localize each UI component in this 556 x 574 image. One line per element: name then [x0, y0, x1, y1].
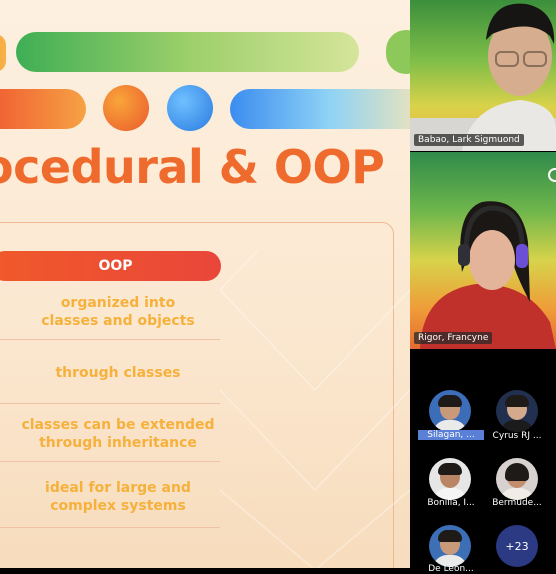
- row-divider: [0, 527, 220, 528]
- speaker-name-tag: Rigor, Francyne: [414, 332, 493, 344]
- participant-avatar[interactable]: [429, 525, 471, 567]
- participant-avatar[interactable]: [496, 390, 538, 432]
- decor-circle: [103, 85, 149, 131]
- table-row: classes can be extended through inherita…: [21, 417, 215, 451]
- decor-pill: [16, 32, 359, 72]
- participant-name: Bermude...: [492, 498, 542, 508]
- speaker-name-tag: Babao, Lark Sigmuond: [414, 134, 524, 146]
- table-row: through classes: [55, 365, 181, 381]
- decor-circle: [167, 85, 213, 131]
- oop-header-label: OOP: [98, 258, 133, 274]
- slide-title: ocedural & OOP: [0, 140, 385, 194]
- participant-avatar[interactable]: [429, 390, 471, 432]
- participant-name: De Leon...: [428, 564, 474, 574]
- row-divider: [0, 461, 220, 462]
- decor-pill: [0, 89, 86, 129]
- tile-corner-icon: [548, 168, 556, 182]
- oop-column-header: OOP: [0, 251, 221, 281]
- video-tile-speaker[interactable]: Babao, Lark Sigmuond: [410, 0, 556, 151]
- participant-video: [410, 3, 556, 151]
- table-row: ideal for large and complex systems: [45, 480, 191, 514]
- participant-name: Cyrus RJ ...: [492, 431, 542, 441]
- participant-name: Bonilla, I...: [427, 498, 475, 508]
- row-divider: [0, 339, 220, 340]
- decor-pill: [0, 34, 6, 72]
- participant-video: [420, 201, 556, 349]
- table-row: organized into classes and objects: [41, 295, 195, 329]
- participant-name: Silagan, ...: [418, 430, 484, 440]
- more-participants-button[interactable]: +23: [496, 525, 538, 567]
- participant-avatar[interactable]: [429, 458, 471, 500]
- video-tile-speaker[interactable]: Rigor, Francyne: [410, 152, 556, 349]
- decor-diamond-pattern: [220, 250, 410, 568]
- decor-pill: [230, 89, 410, 129]
- participant-avatar[interactable]: [496, 458, 538, 500]
- presentation-slide: ocedural & OOP OOP organized into classe…: [0, 0, 410, 568]
- row-divider: [0, 403, 220, 404]
- decor-pill: [386, 30, 410, 74]
